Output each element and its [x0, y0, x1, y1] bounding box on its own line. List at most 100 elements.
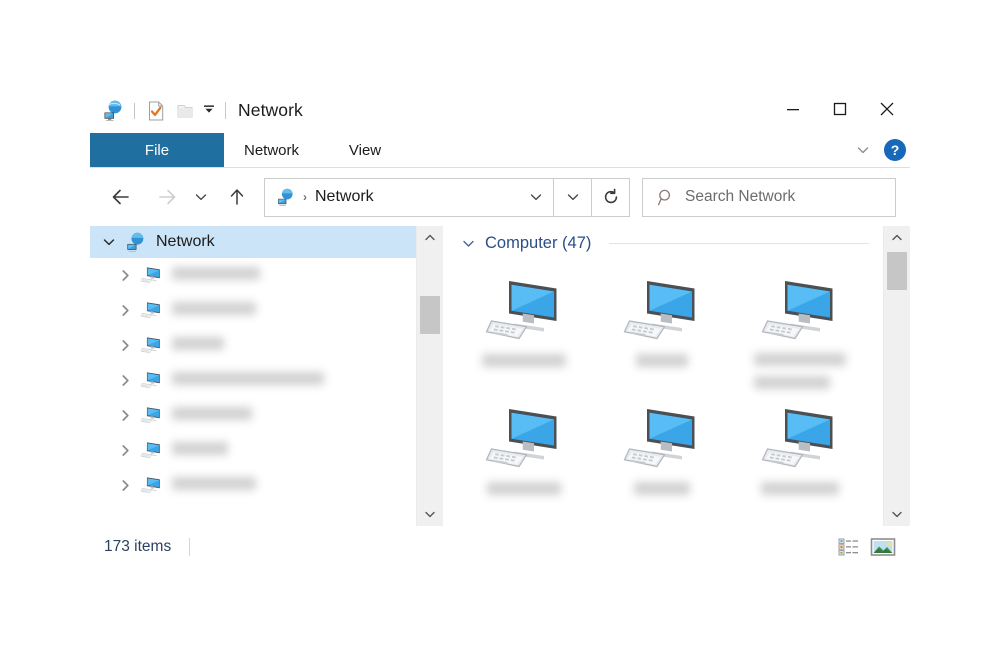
chevron-down-icon[interactable] [852, 139, 874, 161]
forward-button[interactable] [150, 180, 184, 214]
breadcrumb-dropdown-icon[interactable] [525, 190, 547, 204]
grid-item-label [634, 482, 690, 500]
breadcrumb-path[interactable]: Network [315, 188, 525, 206]
navigation-pane: Network [90, 226, 416, 526]
redacted-computer-name [634, 482, 690, 495]
help-button[interactable]: ? [884, 139, 906, 161]
grid-item-computer[interactable] [593, 394, 731, 522]
tree-item[interactable] [90, 433, 416, 468]
tree-item-label [172, 371, 324, 390]
scroll-up-icon[interactable] [417, 226, 443, 250]
tab-view[interactable]: View [319, 133, 411, 167]
tree-item[interactable] [90, 328, 416, 363]
computer-icon [138, 441, 164, 460]
chevron-right-icon[interactable] [112, 409, 138, 422]
group-header-label: Computer (47) [485, 233, 592, 252]
grid-item-computer[interactable] [731, 394, 869, 522]
close-button[interactable] [863, 88, 910, 130]
chevron-right-icon[interactable] [112, 374, 138, 387]
tree-item[interactable] [90, 293, 416, 328]
properties-icon[interactable] [143, 98, 169, 124]
scroll-up-icon[interactable] [884, 226, 910, 250]
computer-icon [760, 272, 840, 349]
grid-item-label [482, 354, 566, 372]
back-button[interactable] [104, 180, 138, 214]
computer-icon [484, 400, 564, 478]
grid-item-label [761, 482, 839, 500]
chevron-right-icon[interactable] [112, 339, 138, 352]
recent-locations-button[interactable] [190, 180, 212, 214]
redacted-computer-name [754, 376, 830, 389]
up-button[interactable] [220, 180, 254, 214]
content-pane: Computer (47) [443, 226, 883, 526]
large-icons-view-button[interactable] [870, 535, 896, 559]
scrollbar-thumb[interactable] [420, 296, 440, 334]
scrollbar-thumb[interactable] [887, 252, 907, 290]
chevron-right-icon[interactable] [112, 269, 138, 282]
computer-icon [138, 301, 164, 320]
view-buttons [836, 526, 896, 568]
chevron-right-icon[interactable] [112, 304, 138, 317]
tree-item-label [172, 406, 252, 425]
computer-icon [138, 336, 164, 355]
title-bar: Network [90, 88, 910, 133]
tree-item-label [172, 441, 228, 460]
network-icon[interactable] [100, 98, 126, 124]
ribbon-controls: ? [852, 133, 906, 167]
tree-item-label [172, 266, 260, 285]
breadcrumb[interactable]: › Network [264, 177, 554, 217]
computer-icon [138, 266, 164, 285]
network-icon [122, 232, 148, 253]
grid-item-computer[interactable] [455, 394, 593, 522]
redacted-computer-name [172, 371, 324, 385]
redacted-computer-name [172, 266, 260, 280]
tree-item-label [172, 336, 224, 355]
quick-access-toolbar [100, 98, 217, 124]
minimize-button[interactable] [769, 88, 816, 130]
redacted-computer-name [754, 353, 846, 366]
navigation-pane-scrollbar[interactable] [416, 226, 443, 526]
chevron-right-icon[interactable] [112, 444, 138, 457]
grid-item-label [487, 482, 561, 500]
redacted-computer-name [172, 336, 224, 350]
tree-item-label [172, 301, 256, 320]
refresh-button[interactable] [592, 177, 630, 217]
chevron-down-icon[interactable] [459, 237, 477, 250]
tab-network[interactable]: Network [224, 133, 319, 167]
maximize-button[interactable] [816, 88, 863, 130]
redacted-computer-name [172, 406, 252, 420]
window-controls [769, 88, 910, 130]
computer-icon [484, 272, 564, 350]
tab-file[interactable]: File [90, 133, 224, 167]
tree-item-network[interactable]: Network [90, 226, 416, 258]
redacted-computer-name [761, 482, 839, 495]
group-header-computer[interactable]: Computer (47) [455, 226, 883, 260]
new-folder-icon[interactable] [172, 98, 198, 124]
tree-item[interactable] [90, 258, 416, 293]
previous-locations-button[interactable] [554, 177, 592, 217]
scroll-down-icon[interactable] [417, 502, 443, 526]
address-bar: › Network Search Network [90, 168, 910, 226]
tree-item[interactable] [90, 398, 416, 433]
file-grid [455, 260, 883, 522]
computer-icon [138, 476, 164, 495]
chevron-right-icon[interactable] [112, 479, 138, 492]
customize-quick-access-icon[interactable] [201, 102, 217, 119]
redacted-computer-name [487, 482, 561, 495]
tree-item[interactable] [90, 468, 416, 503]
redacted-computer-name [482, 354, 566, 367]
scroll-down-icon[interactable] [884, 502, 910, 526]
content-pane-scrollbar[interactable] [883, 226, 910, 526]
grid-item-computer[interactable] [731, 266, 869, 394]
tree-item[interactable] [90, 363, 416, 398]
grid-item-computer[interactable] [593, 266, 731, 394]
ribbon-tabs: File Network View ? [90, 133, 910, 168]
search-input[interactable]: Search Network [642, 177, 896, 217]
details-view-button[interactable] [836, 535, 862, 559]
grid-item-label [636, 354, 688, 372]
grid-item-computer[interactable] [455, 266, 593, 394]
chevron-down-icon[interactable] [96, 235, 122, 249]
search-icon [653, 188, 679, 207]
computer-icon [760, 400, 840, 478]
search-placeholder: Search Network [685, 188, 796, 205]
